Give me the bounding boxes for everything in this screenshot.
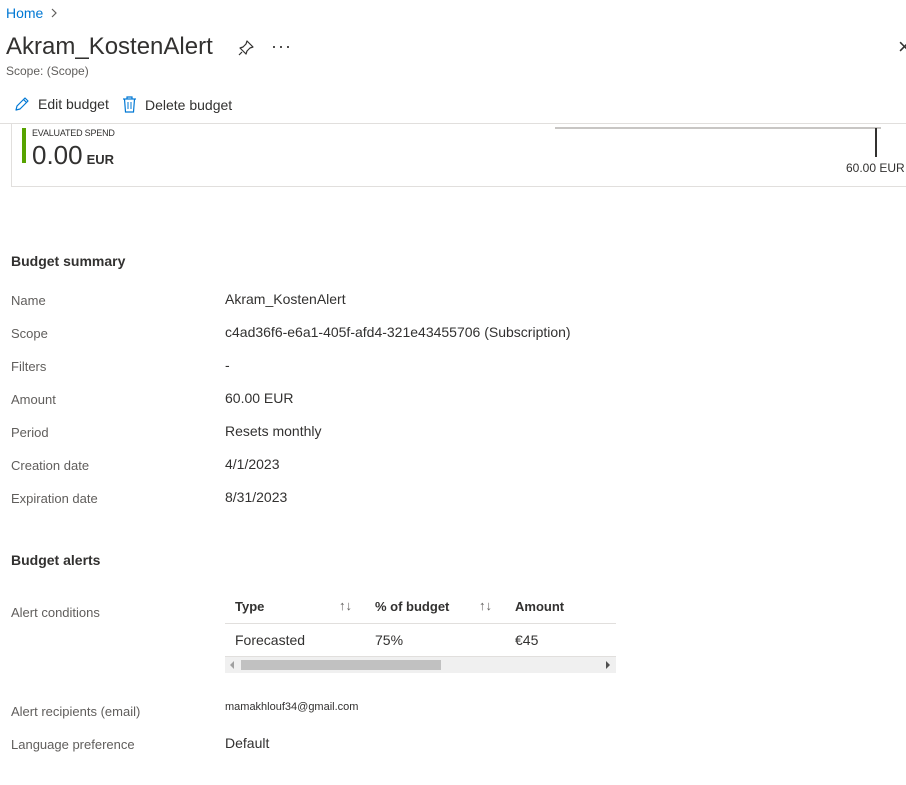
language-preference-value: Default [225,735,270,751]
close-icon[interactable]: × [898,34,906,60]
table-header-divider [225,623,616,624]
summary-value-expiration-date: 8/31/2023 [225,489,288,505]
alert-conditions-label: Alert conditions [11,605,100,620]
summary-label-expiration-date: Expiration date [11,491,98,506]
budget-marker-label: 60.00 EUR [846,161,905,175]
summary-value-amount: 60.00 EUR [225,390,294,406]
scroll-left-icon[interactable] [228,661,236,669]
spend-amount-value: 0.00 [32,140,83,170]
pencil-icon [15,97,29,111]
edit-budget-label: Edit budget [38,96,109,112]
budget-marker-line [875,128,877,157]
alert-recipients-label: Alert recipients (email) [11,704,141,719]
horizontal-scrollbar[interactable] [225,656,616,673]
summary-value-scope: c4ad36f6-e6a1-405f-afd4-321e43455706 (Su… [225,324,571,340]
trash-icon [123,96,136,113]
scroll-right-icon[interactable] [604,661,612,669]
table-cell-percent: 75% [375,632,404,648]
breadcrumb: Home [6,5,59,21]
alert-conditions-table: Type ↑↓ % of budget ↑↓ Amount Forecasted… [225,590,616,673]
evaluated-spend-amount: 0.00 EUR [32,140,114,171]
scope-subtitle: Scope: (Scope) [6,64,89,78]
summary-label-filters: Filters [11,359,47,374]
table-cell-type: Forecasted [235,632,306,648]
scrollbar-thumb[interactable] [241,660,441,670]
summary-value-name: Akram_KostenAlert [225,291,346,307]
spend-progress-track [555,127,881,129]
summary-label-scope: Scope [11,326,48,341]
column-header-type[interactable]: Type [235,599,264,614]
language-preference-label: Language preference [11,737,135,752]
budget-alerts-heading: Budget alerts [11,552,101,568]
column-header-percent[interactable]: % of budget [375,599,449,614]
summary-value-filters: - [225,357,230,373]
sort-percent-icon[interactable]: ↑↓ [479,598,492,613]
sort-type-icon[interactable]: ↑↓ [339,598,352,613]
alert-recipients-value: mamakhlouf34@gmail.com [225,701,359,713]
table-cell-amount: €45 [515,632,539,648]
page-title: Akram_KostenAlert [6,33,213,60]
spend-currency: EUR [86,152,115,167]
column-header-amount[interactable]: Amount [515,599,564,614]
summary-label-creation-date: Creation date [11,458,90,473]
more-options-icon[interactable]: ··· [271,36,292,57]
pin-icon[interactable] [237,39,255,57]
summary-value-creation-date: 4/1/2023 [225,456,280,472]
delete-budget-button[interactable]: Delete budget [122,96,232,113]
edit-budget-button[interactable]: Edit budget [14,96,109,112]
spend-card [11,124,906,187]
evaluated-spend-label: EVALUATED SPEND [32,128,115,138]
summary-label-name: Name [11,293,46,308]
summary-label-period: Period [11,425,49,440]
chevron-right-icon [51,8,58,18]
budget-summary-heading: Budget summary [11,253,126,269]
summary-label-amount: Amount [11,392,56,407]
delete-budget-label: Delete budget [145,96,233,113]
spend-accent-bar [22,128,26,163]
breadcrumb-home-link[interactable]: Home [6,5,43,21]
summary-value-period: Resets monthly [225,423,322,439]
